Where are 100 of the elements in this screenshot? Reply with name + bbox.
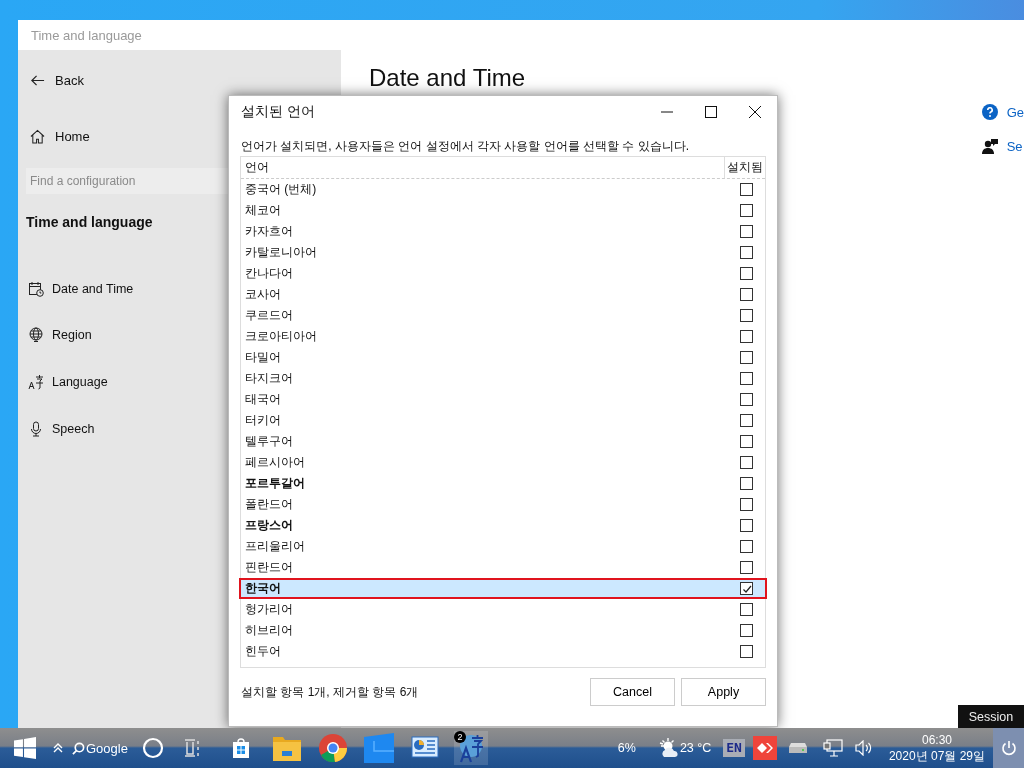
person-feedback-icon — [981, 138, 998, 154]
installed-checkbox[interactable] — [740, 519, 753, 532]
nav-item[interactable]: Region — [52, 328, 92, 342]
power-button[interactable] — [993, 728, 1024, 768]
installed-checkbox[interactable] — [740, 456, 753, 469]
installed-checkbox[interactable] — [740, 309, 753, 322]
language-row[interactable]: 크로아티아어 — [239, 326, 767, 347]
installed-checkbox[interactable] — [740, 561, 753, 574]
temperature: 23 °C — [679, 741, 712, 755]
language-row[interactable]: 힌두어 — [239, 641, 767, 662]
window-app-icon[interactable] — [361, 731, 396, 765]
installed-checkbox[interactable] — [740, 372, 753, 385]
language-row[interactable]: 카자흐어 — [239, 221, 767, 242]
drive-icon[interactable] — [788, 743, 807, 753]
language-row[interactable]: 프랑스어 — [239, 515, 767, 536]
language-row[interactable]: 태국어 — [239, 389, 767, 410]
language-name: 태국어 — [244, 391, 282, 408]
installed-checkbox[interactable] — [740, 330, 753, 343]
start-icon[interactable] — [14, 737, 36, 759]
language-row[interactable]: 터키어 — [239, 410, 767, 431]
installed-checkbox[interactable] — [740, 603, 753, 616]
clock[interactable]: 06:30 2020년 07월 29일 — [888, 732, 985, 764]
section-title: Time and language — [26, 214, 153, 230]
battery-percent: 6% — [617, 741, 636, 755]
installed-checkbox[interactable] — [740, 477, 753, 490]
cancel-button[interactable]: Cancel — [590, 678, 675, 706]
installed-checkbox[interactable] — [740, 288, 753, 301]
installed-checkbox[interactable] — [740, 267, 753, 280]
installed-checkbox[interactable] — [740, 204, 753, 217]
column-header[interactable]: 설치됨 — [724, 157, 765, 178]
circle-icon[interactable] — [141, 737, 164, 759]
language-name: 칸나다어 — [244, 265, 294, 282]
language-row[interactable]: 포르투갈어 — [239, 473, 767, 494]
input-language[interactable]: EN — [723, 739, 745, 757]
language-name: 코사어 — [244, 286, 282, 303]
microphone-icon — [28, 420, 44, 437]
language-name: 프리울리어 — [244, 538, 306, 555]
language-row[interactable]: 코사어 — [239, 284, 767, 305]
language-row[interactable]: 타지크어 — [239, 368, 767, 389]
language-row[interactable]: 핀란드어 — [239, 557, 767, 578]
remote-desktop-icon[interactable] — [752, 736, 777, 760]
clock-time: 06:30 — [921, 732, 952, 748]
installed-checkbox[interactable] — [740, 540, 753, 553]
language-row[interactable]: 페르시아어 — [239, 452, 767, 473]
chevron-up-icon[interactable] — [52, 742, 64, 754]
apply-button[interactable]: Apply — [681, 678, 766, 706]
tooltip: Session — [958, 705, 1024, 728]
installed-checkbox[interactable] — [740, 624, 753, 637]
installed-checkbox[interactable] — [740, 498, 753, 511]
language-icon — [28, 373, 44, 390]
nav-item[interactable]: Date and Time — [52, 281, 134, 296]
maximize-icon — [705, 106, 717, 118]
language-row[interactable]: 체코어 — [239, 200, 767, 221]
installed-checkbox[interactable] — [740, 435, 753, 448]
language-row[interactable]: 쿠르드어 — [239, 305, 767, 326]
home-icon — [30, 128, 45, 144]
power-icon — [1000, 740, 1017, 756]
installed-checkbox[interactable] — [740, 393, 753, 406]
related-link[interactable]: Se — [1006, 138, 1023, 154]
installed-checkbox[interactable] — [740, 645, 753, 658]
language-row[interactable]: 프리울리어 — [239, 536, 767, 557]
installed-checkbox[interactable] — [740, 183, 753, 196]
network-icon[interactable] — [822, 739, 843, 757]
installed-checkbox[interactable] — [740, 582, 753, 595]
related-link[interactable]: Ge — [1006, 104, 1024, 120]
language-row[interactable]: 히브리어 — [239, 620, 767, 641]
close-icon — [749, 106, 761, 118]
language-row[interactable]: 텔루구어 — [239, 431, 767, 452]
search-icon — [72, 741, 85, 755]
dialog-title: 설치된 언어 — [241, 103, 316, 121]
language-app-icon[interactable]: 2 — [453, 731, 488, 765]
language-name: 텔루구어 — [244, 433, 294, 450]
nav-item[interactable]: Speech — [52, 421, 95, 436]
language-name: 체코어 — [244, 202, 282, 219]
language-name: 프랑스어 — [244, 517, 294, 534]
clock-date: 2020년 07월 29일 — [888, 748, 985, 764]
language-name: 힌두어 — [244, 643, 282, 660]
nav-item[interactable]: Language — [52, 374, 108, 389]
installed-checkbox[interactable] — [740, 414, 753, 427]
home-link[interactable]: Home — [55, 128, 90, 144]
language-name: 쿠르드어 — [244, 307, 294, 324]
language-row[interactable]: 헝가리어 — [239, 599, 767, 620]
language-row[interactable]: 타밀어 — [239, 347, 767, 368]
notification-badge: 2 — [453, 731, 466, 743]
installed-checkbox[interactable] — [740, 246, 753, 259]
back-link[interactable]: Back — [55, 72, 84, 88]
language-row[interactable]: 카탈로니아어 — [239, 242, 767, 263]
language-row[interactable]: 칸나다어 — [239, 263, 767, 284]
search-button[interactable]: Google — [72, 740, 128, 756]
help-icon — [981, 104, 998, 120]
installed-checkbox[interactable] — [740, 351, 753, 364]
language-row[interactable]: 한국어 — [239, 578, 767, 599]
installed-checkbox[interactable] — [740, 225, 753, 238]
language-name: 카탈로니아어 — [244, 244, 318, 261]
language-name: 폴란드어 — [244, 496, 294, 513]
language-row[interactable]: 폴란드어 — [239, 494, 767, 515]
volume-icon[interactable] — [854, 740, 873, 756]
language-name: 헝가리어 — [244, 601, 294, 618]
task-view-icon[interactable] — [183, 737, 202, 759]
language-name: 한국어 — [244, 580, 282, 597]
